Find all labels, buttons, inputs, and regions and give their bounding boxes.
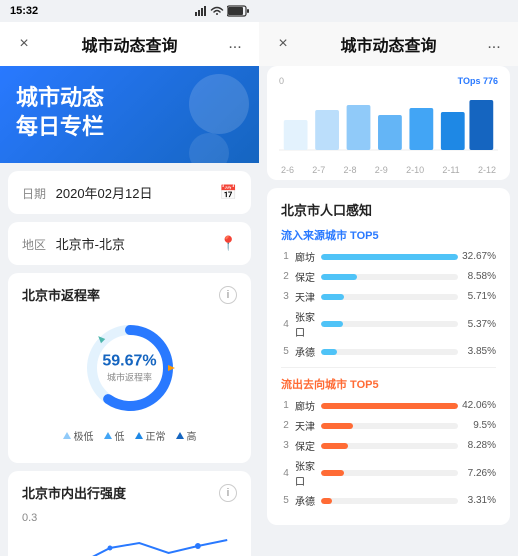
left-status-bar: 15:32 <box>0 0 259 22</box>
region-card[interactable]: 地区 北京市-北京 📍 <box>8 222 251 265</box>
legend-arrow-0 <box>63 432 71 439</box>
legend-item-3: 高 <box>176 428 197 443</box>
legend-item-0: 极低 <box>63 428 94 443</box>
date-value: 2020年02月12日 <box>56 186 153 201</box>
line-chart-area: 2-6 2-7 2-8 2-9 2-10 2-11 2-12 <box>279 90 498 170</box>
out-bar-row-0: 1 廊坊 42.06% <box>281 398 496 413</box>
donut-center: 59.67% 城市返程率 <box>102 353 156 384</box>
in-flow-title: 流入来源城市 TOP5 <box>281 227 496 243</box>
out-bar-fill-1 <box>321 423 353 429</box>
y-axis-label: 0 <box>279 76 284 86</box>
right-more-button[interactable]: ... <box>482 32 506 56</box>
left-nav-bar: × 城市动态查询 ... <box>0 22 259 66</box>
return-rate-title: 北京市返程率 <box>22 285 100 304</box>
x-label-1: 2-7 <box>312 165 325 175</box>
legend-arrow-1 <box>104 432 112 439</box>
left-time: 15:32 <box>10 5 38 17</box>
legend-label-0: 极低 <box>74 428 94 443</box>
calendar-icon: 📅 <box>220 184 237 201</box>
out-bar-row-4: 5 承德 3.31% <box>281 493 496 508</box>
in-bar-row-4: 5 承德 3.85% <box>281 344 496 359</box>
x-label-2: 2-8 <box>344 165 357 175</box>
left-panel: 15:32 × 城市动态查询 ... 城市动态 每日专栏 日期 2020年02月… <box>0 0 259 556</box>
right-nav-title: 城市动态查询 <box>295 32 482 56</box>
return-rate-info-button[interactable]: i <box>219 286 237 304</box>
wifi-icon <box>210 6 224 16</box>
out-intensity-value: 0.3 <box>22 512 237 524</box>
x-label-6: 2-12 <box>478 165 496 175</box>
donut-pct: 59.67% <box>102 353 156 371</box>
out-bar-row-3: 4 张家口 7.26% <box>281 458 496 488</box>
in-bar-row-2: 3 天津 5.71% <box>281 289 496 304</box>
legend-arrow-3 <box>176 432 184 439</box>
date-row: 日期 2020年02月12日 📅 <box>22 183 237 202</box>
legend-row: 极低 低 正常 高 <box>63 428 197 443</box>
left-more-button[interactable]: ... <box>223 32 247 56</box>
out-bar-fill-0 <box>321 403 458 409</box>
in-bar-fill-1 <box>321 274 357 280</box>
x-label-0: 2-6 <box>281 165 294 175</box>
flow-divider <box>281 367 496 368</box>
left-back-button[interactable]: × <box>12 32 36 56</box>
date-card[interactable]: 日期 2020年02月12日 📅 <box>8 171 251 214</box>
hero-banner: 城市动态 每日专栏 <box>0 66 259 163</box>
region-row: 地区 北京市-北京 📍 <box>22 234 237 253</box>
hero-deco1 <box>189 74 249 134</box>
in-bar-fill-4 <box>321 349 337 355</box>
right-panel: 15:32 × 城市动态查询 ... 0 TOps 776 <box>259 0 518 556</box>
region-label: 地区 <box>22 238 46 252</box>
x-label-5: 2-11 <box>442 165 459 175</box>
x-label-4: 2-10 <box>406 165 424 175</box>
left-status-icons <box>195 5 249 17</box>
line-chart-card: 0 TOps 776 2-6 2-7 <box>267 66 510 180</box>
x-label-3: 2-9 <box>375 165 388 175</box>
out-intensity-title: 北京市内出行强度 <box>22 483 126 502</box>
out-bar-fill-3 <box>321 470 344 476</box>
return-rate-header: 北京市返程率 i <box>22 285 237 304</box>
population-title: 北京市人口感知 <box>281 200 496 219</box>
right-nav-bar: × 城市动态查询 ... <box>259 22 518 66</box>
in-bar-row-3: 4 张家口 5.37% <box>281 309 496 339</box>
in-bar-row-1: 2 保定 8.58% <box>281 269 496 284</box>
in-bar-row-0: 1 廊坊 32.67% <box>281 249 496 264</box>
out-bar-fill-4 <box>321 498 332 504</box>
legend-label-1: 低 <box>115 428 125 443</box>
left-nav-title: 城市动态查询 <box>36 32 223 56</box>
right-back-button[interactable]: × <box>271 32 295 56</box>
legend-label-2: 正常 <box>146 428 166 443</box>
location-icon: 📍 <box>220 235 237 252</box>
legend-arrow-2 <box>135 432 143 439</box>
legend-label-3: 高 <box>187 428 197 443</box>
out-intensity-card: 北京市内出行强度 i 0.3 <box>8 471 251 556</box>
in-bar-fill-2 <box>321 294 344 300</box>
right-content: 0 TOps 776 2-6 2-7 <box>259 66 518 556</box>
out-bar-row-1: 2 天津 9.5% <box>281 418 496 433</box>
out-flow-title: 流出去向城市 TOP5 <box>281 376 496 392</box>
tops-label: TOps 776 <box>458 76 498 86</box>
date-label: 日期 <box>22 187 46 201</box>
legend-item-1: 低 <box>104 428 125 443</box>
population-card: 北京市人口感知 流入来源城市 TOP5 1 廊坊 32.67% 2 保定 8.5… <box>267 188 510 525</box>
left-content: 日期 2020年02月12日 📅 地区 北京市-北京 📍 北京市返程率 i <box>0 163 259 556</box>
return-rate-card: 北京市返程率 i <box>8 273 251 463</box>
out-intensity-info-button[interactable]: i <box>219 484 237 502</box>
mini-line-chart <box>22 528 237 556</box>
out-intensity-header: 北京市内出行强度 i <box>22 483 237 502</box>
region-value: 北京市-北京 <box>56 237 125 252</box>
out-bar-fill-2 <box>321 443 348 449</box>
legend-item-2: 正常 <box>135 428 166 443</box>
battery-icon <box>227 5 249 17</box>
donut-sub-label: 城市返程率 <box>102 371 156 384</box>
in-bar-fill-3 <box>321 321 343 327</box>
in-bar-fill-0 <box>321 254 458 260</box>
signal-icon <box>195 6 207 16</box>
donut-container: 59.67% 城市返程率 极低 低 正常 <box>22 314 237 451</box>
out-bar-row-2: 3 保定 8.28% <box>281 438 496 453</box>
donut-chart: 59.67% 城市返程率 <box>80 318 180 418</box>
